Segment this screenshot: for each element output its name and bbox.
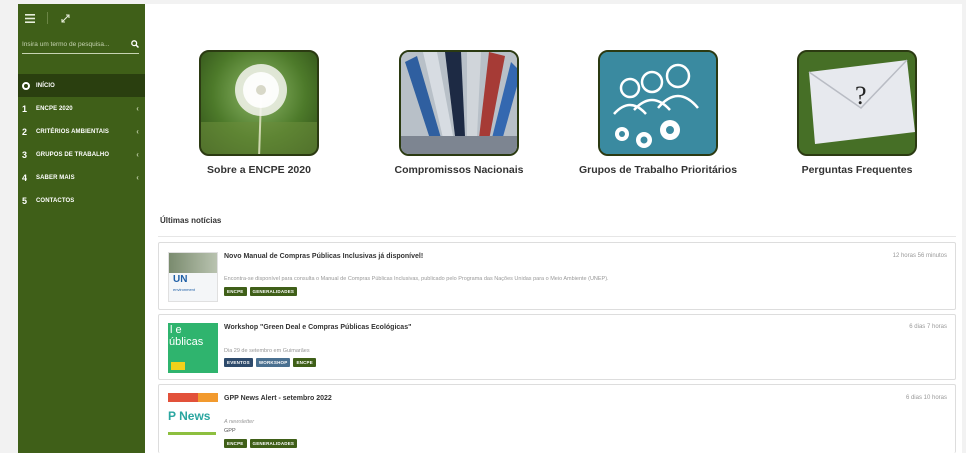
- tile-label: Perguntas Frequentes: [801, 164, 913, 176]
- search-icon[interactable]: [131, 39, 140, 50]
- news-description: Dia 29 de setembro em Guimarães: [224, 348, 310, 354]
- sidebar-item-label: SABER MAIS: [36, 174, 75, 181]
- news-time: 6 dias 10 horas: [905, 395, 947, 401]
- news-heading: Últimas notícias: [160, 216, 222, 225]
- sidebar-item-encpe-2020[interactable]: 1 ENCPE 2020 ‹: [18, 97, 145, 120]
- news-thumbnail[interactable]: UN environment: [168, 252, 218, 302]
- chevron-left-icon: ‹: [136, 104, 139, 113]
- tile-label: Compromissos Nacionais: [394, 164, 524, 176]
- sidebar-menu: INÍCIO 1 ENCPE 2020 ‹ 2 CRITÉRIOS AMBIEN…: [18, 74, 145, 212]
- news-card[interactable]: UN environment Novo Manual de Compras Pú…: [158, 242, 956, 310]
- tag[interactable]: GENERALIDADES: [249, 439, 298, 448]
- sidebar-item-label: CONTACTOS: [36, 197, 75, 204]
- news-title[interactable]: Novo Manual de Compras Públicas Inclusiv…: [224, 253, 423, 260]
- sidebar-item-grupos-de-trabalho[interactable]: 3 GRUPOS DE TRABALHO ‹: [18, 143, 145, 166]
- tile-perguntas-frequentes[interactable]: ? Perguntas Frequentes: [757, 50, 957, 176]
- page: INÍCIO 1 ENCPE 2020 ‹ 2 CRITÉRIOS AMBIEN…: [0, 0, 966, 453]
- sidebar-item-label: INÍCIO: [36, 82, 55, 89]
- chevron-left-icon: ‹: [136, 150, 139, 159]
- number-icon: 1: [22, 103, 28, 114]
- circle-icon: [22, 81, 36, 90]
- sidebar-item-label: ENCPE 2020: [36, 105, 73, 112]
- number-icon: 4: [22, 172, 28, 183]
- chevron-left-icon: ‹: [136, 173, 139, 182]
- sidebar-item-label: GRUPOS DE TRABALHO: [36, 151, 110, 158]
- news-card[interactable]: P News GPP News Alert - setembro 2022 6 …: [158, 384, 956, 453]
- tag[interactable]: ENCPE: [224, 439, 247, 448]
- main-content: Sobre a ENCPE 2020 Compromissos Nacionai…: [145, 4, 962, 453]
- tag[interactable]: WORKSHOP: [255, 358, 291, 367]
- search-input[interactable]: [22, 41, 120, 48]
- sidebar-item-inicio[interactable]: INÍCIO: [18, 74, 145, 97]
- tag[interactable]: GENERALIDADES: [249, 287, 298, 296]
- svg-text:?: ?: [855, 81, 867, 110]
- logo-mark-icon: [171, 362, 185, 370]
- search-bar: [22, 36, 140, 54]
- news-title[interactable]: GPP News Alert - setembro 2022: [224, 395, 332, 402]
- sidebar-item-saber-mais[interactable]: 4 SABER MAIS ‹: [18, 166, 145, 189]
- toolbar-divider: [47, 12, 48, 24]
- news-thumbnail[interactable]: l e úblicas: [168, 323, 218, 373]
- divider: [158, 236, 956, 237]
- tile-grupos-de-trabalho[interactable]: Grupos de Trabalho Prioritários: [558, 50, 758, 176]
- accent-bar: [168, 432, 216, 435]
- tag[interactable]: EVENTOS: [224, 358, 253, 367]
- news-description-secondary: GPP: [224, 428, 236, 434]
- news-description: Encontra-se disponível para consulta o M…: [224, 276, 609, 282]
- feature-tiles: Sobre a ENCPE 2020 Compromissos Nacionai…: [145, 50, 962, 180]
- news-card[interactable]: l e úblicas Workshop "Green Deal e Compr…: [158, 314, 956, 380]
- sidebar: INÍCIO 1 ENCPE 2020 ‹ 2 CRITÉRIOS AMBIEN…: [18, 4, 145, 453]
- tile-compromissos-nacionais[interactable]: Compromissos Nacionais: [359, 50, 559, 176]
- chevron-left-icon: ‹: [136, 127, 139, 136]
- news-thumbnail[interactable]: P News: [168, 393, 218, 443]
- news-time: 12 horas 56 minutos: [892, 253, 947, 259]
- number-icon: 3: [22, 149, 28, 160]
- news-tags: ENCPE GENERALIDADES: [224, 439, 298, 448]
- news-description: A newsletter: [224, 419, 255, 425]
- sidebar-item-label: CRITÉRIOS AMBIENTAIS: [36, 128, 110, 135]
- tag[interactable]: ENCPE: [224, 287, 247, 296]
- news-tags: EVENTOS WORKSHOP ENCPE: [224, 358, 316, 367]
- number-icon: 5: [22, 195, 28, 206]
- news-title[interactable]: Workshop "Green Deal e Compras Públicas …: [224, 324, 411, 331]
- thumbnail-subtext: úblicas: [169, 336, 204, 348]
- sidebar-item-criterios-ambientais[interactable]: 2 CRITÉRIOS AMBIENTAIS ‹: [18, 120, 145, 143]
- thumbnail-text: P News: [168, 409, 211, 423]
- pens-image[interactable]: [399, 50, 519, 156]
- dandelion-image[interactable]: [199, 50, 319, 156]
- envelope-question-image[interactable]: ?: [797, 50, 917, 156]
- people-gears-image[interactable]: [598, 50, 718, 156]
- news-tags: ENCPE GENERALIDADES: [224, 287, 298, 296]
- tile-sobre-encpe[interactable]: Sobre a ENCPE 2020: [159, 50, 359, 176]
- hamburger-menu-icon[interactable]: [23, 11, 37, 25]
- tile-label: Sobre a ENCPE 2020: [207, 164, 311, 176]
- news-time: 6 dias 7 horas: [909, 324, 947, 330]
- tag[interactable]: ENCPE: [293, 358, 316, 367]
- thumbnail-text: UN: [173, 274, 188, 285]
- sidebar-toolbar: [18, 4, 145, 32]
- tile-label: Grupos de Trabalho Prioritários: [578, 164, 738, 176]
- thumbnail-subtext: environment: [173, 287, 196, 292]
- sidebar-item-contactos[interactable]: 5 CONTACTOS: [18, 189, 145, 212]
- number-icon: 2: [22, 126, 28, 137]
- thumbnail-text: l e: [170, 324, 182, 336]
- expand-icon[interactable]: [58, 11, 72, 25]
